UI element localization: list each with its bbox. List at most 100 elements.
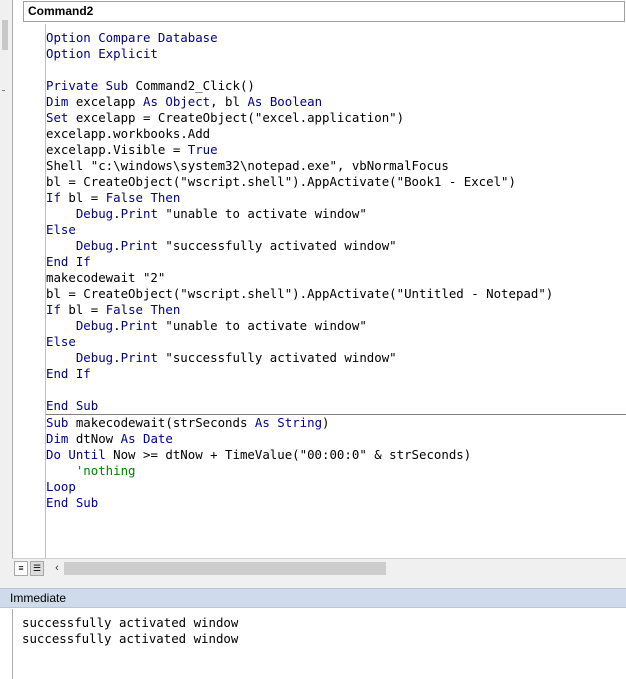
code-keyword: Print — [120, 238, 166, 253]
splitter[interactable] — [0, 578, 626, 588]
code-keyword: End Sub — [46, 398, 99, 413]
code-keyword: Debug — [46, 350, 114, 365]
code-line: Set excelapp = CreateObject("excel.appli… — [46, 110, 626, 126]
code-text: "unable to activate window" — [165, 206, 367, 221]
code-keyword: As Date — [120, 431, 173, 446]
code-keyword: Dim — [46, 431, 76, 446]
code-keyword: End If — [46, 366, 91, 381]
code-line: Option Compare Database — [46, 30, 626, 46]
code-text: Now >= dtNow + TimeValue("00:00:0" & str… — [113, 447, 472, 462]
code-line: Debug.Print "successfully activated wind… — [46, 350, 626, 366]
code-keyword: As String — [254, 415, 323, 430]
code-keyword: True — [187, 142, 218, 157]
code-keyword: Sub — [46, 415, 76, 430]
code-text: dtNow — [75, 431, 121, 446]
code-keyword: Private Sub — [46, 78, 136, 93]
code-keyword: If — [46, 302, 69, 317]
code-text: ) — [322, 415, 330, 430]
code-text: "successfully activated window" — [165, 238, 397, 253]
code-line: Private Sub Command2_Click() — [46, 78, 626, 94]
code-line: End If — [46, 366, 626, 382]
code-line: End Sub — [46, 398, 626, 415]
code-text: "successfully activated window" — [165, 350, 397, 365]
code-keyword: As Boolean — [247, 94, 323, 109]
code-text: "unable to activate window" — [165, 318, 367, 333]
code-keyword: Else — [46, 334, 76, 349]
procedure-combo[interactable]: Command2 — [23, 1, 625, 22]
code-line: Else — [46, 222, 626, 238]
strip-marker — [2, 90, 5, 91]
code-text: . — [113, 350, 121, 365]
code-text: excelapp.workbooks.Add — [46, 126, 211, 141]
scroll-thumb[interactable] — [64, 562, 386, 575]
scroll-left-arrow-icon[interactable]: ‹ — [50, 561, 64, 576]
code-line: End If — [46, 254, 626, 270]
code-text: . — [113, 238, 121, 253]
code-keyword: False Then — [105, 190, 181, 205]
immediate-window-title: Immediate — [0, 588, 626, 608]
code-line: If bl = False Then — [46, 302, 626, 318]
code-line: End Sub — [46, 495, 626, 511]
code-keyword: False Then — [105, 302, 181, 317]
code-keyword: As Object — [142, 94, 211, 109]
code-text: bl = CreateObject("wscript.shell").AppAc… — [46, 174, 516, 189]
code-keyword: Do Until — [46, 447, 114, 462]
code-text: bl = CreateObject("wscript.shell").AppAc… — [46, 286, 554, 301]
code-keyword: Set — [46, 110, 76, 125]
code-editor[interactable]: Option Compare Database Option Explicit P… — [46, 24, 626, 558]
immediate-output-line: successfully activated window — [22, 631, 239, 646]
code-window: Command2 Option Compare Database Option E… — [12, 0, 626, 578]
code-text: makecodewait "2" — [46, 270, 166, 285]
code-lines: Option Compare Database Option Explicit P… — [46, 30, 626, 511]
immediate-output-line: successfully activated window — [22, 615, 239, 630]
code-keyword: Else — [46, 222, 76, 237]
full-module-view-icon[interactable]: ☰ — [30, 561, 44, 576]
code-text: Shell "c:\windows\system32\notepad.exe",… — [46, 158, 449, 173]
immediate-output: successfully activated window successfull… — [22, 615, 238, 647]
immediate-window[interactable]: successfully activated window successfull… — [12, 609, 626, 679]
code-text: bl = — [68, 302, 106, 317]
code-line: Shell "c:\windows\system32\notepad.exe",… — [46, 158, 626, 174]
code-line: Debug.Print "unable to activate window" — [46, 318, 626, 334]
code-text: , bl — [210, 94, 248, 109]
code-comment: 'nothing — [46, 463, 136, 478]
code-line: Debug.Print "successfully activated wind… — [46, 238, 626, 254]
code-text: Command2_Click() — [135, 78, 255, 93]
side-scrollbar[interactable] — [2, 20, 8, 50]
code-keyword: Option Compare Database — [46, 30, 218, 45]
code-line: excelapp.Visible = True — [46, 142, 626, 158]
code-keyword: Print — [120, 206, 166, 221]
code-line: bl = CreateObject("wscript.shell").AppAc… — [46, 286, 626, 302]
margin-indicator-bar[interactable] — [23, 24, 46, 558]
code-keyword: Loop — [46, 479, 76, 494]
code-line: Else — [46, 334, 626, 350]
code-text: bl = — [68, 190, 106, 205]
code-line: Option Explicit — [46, 46, 626, 62]
code-keyword: Debug — [46, 318, 114, 333]
code-keyword: Option Explicit — [46, 46, 158, 61]
code-line: excelapp.workbooks.Add — [46, 126, 626, 142]
code-keyword: Dim — [46, 94, 76, 109]
code-keyword: Debug — [46, 206, 114, 221]
code-keyword: Print — [120, 318, 166, 333]
code-horizontal-scrollbar: ≡ ☰ ‹ — [12, 558, 626, 579]
code-line: 'nothing — [46, 463, 626, 479]
code-line: bl = CreateObject("wscript.shell").AppAc… — [46, 174, 626, 190]
code-text: makecodewait(strSeconds — [75, 415, 255, 430]
code-text: . — [113, 318, 121, 333]
code-keyword: Debug — [46, 238, 114, 253]
code-line: Sub makecodewait(strSeconds As String) — [46, 415, 626, 431]
code-line: Dim dtNow As Date — [46, 431, 626, 447]
code-keyword: If — [46, 190, 69, 205]
code-line: If bl = False Then — [46, 190, 626, 206]
code-line: makecodewait "2" — [46, 270, 626, 286]
code-line: Dim excelapp As Object, bl As Boolean — [46, 94, 626, 110]
code-line: Do Until Now >= dtNow + TimeValue("00:00… — [46, 447, 626, 463]
code-text: excelapp.Visible = — [46, 142, 188, 157]
code-text: excelapp = CreateObject("excel.applicati… — [75, 110, 405, 125]
code-text: . — [113, 206, 121, 221]
procedure-view-icon[interactable]: ≡ — [14, 561, 28, 576]
code-line: Debug.Print "unable to activate window" — [46, 206, 626, 222]
